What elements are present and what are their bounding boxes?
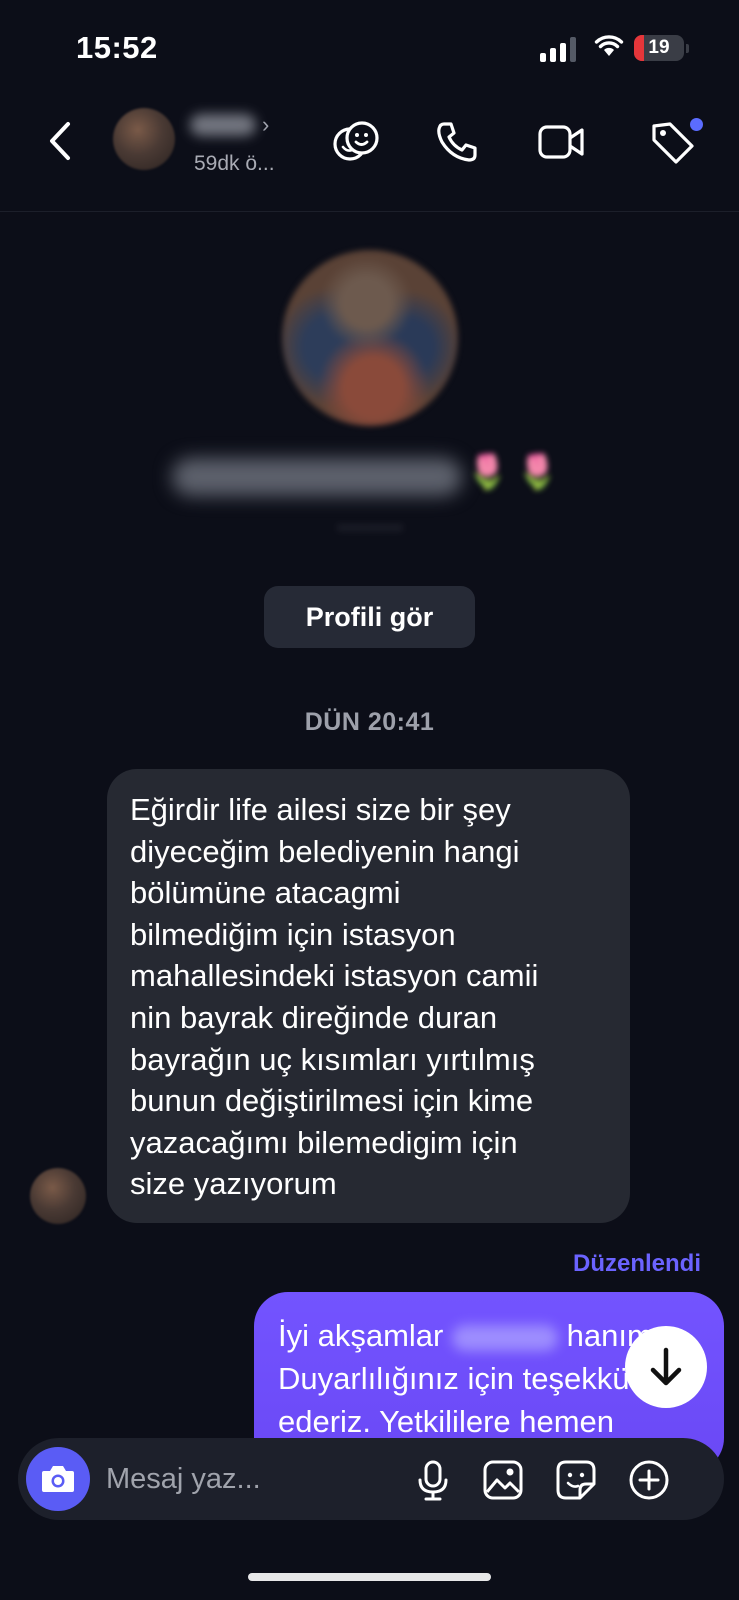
battery-level: 19 [648,37,670,58]
wifi-icon [594,35,624,56]
back-icon[interactable] [40,116,80,166]
status-bar: 15:52 19 [0,0,739,100]
battery-icon: 19 [634,35,684,61]
contact-avatar[interactable] [113,108,175,170]
outgoing-line1-start: İyi akşamlar [278,1318,444,1353]
cellular-signal-icon [540,36,578,62]
outgoing-line2: Duyarlılığınız için teşekkür [278,1361,640,1396]
sender-avatar[interactable] [30,1168,86,1224]
scroll-to-bottom-button[interactable] [625,1326,707,1408]
gallery-icon[interactable] [481,1458,525,1502]
message-composer [18,1438,724,1520]
camera-button[interactable] [26,1447,90,1511]
battery-tip [686,44,689,53]
message-input[interactable] [106,1456,406,1502]
last-seen: 59dk ö... [194,152,275,175]
chat-header: › 59dk ö... [0,100,739,212]
profile-handle-blurred: ········· [337,514,403,539]
contact-name-blurred[interactable] [190,114,256,136]
status-time: 15:52 [76,30,158,65]
tulip-emoji: 🌷 [466,453,509,491]
profile-avatar[interactable] [282,250,458,426]
emoji-faces-icon[interactable] [330,118,382,166]
sticker-icon[interactable] [554,1458,598,1502]
home-indicator[interactable] [248,1573,491,1581]
phone-icon[interactable] [432,118,484,166]
notification-dot [690,118,703,131]
outgoing-line3: ederiz. Yetkililere hemen [278,1404,615,1439]
incoming-message-text: Eğirdir life ailesi size bir şey diyeceğ… [130,792,539,1202]
edited-label: Düzenlendi [572,1250,701,1277]
plus-circle-icon[interactable] [627,1458,671,1502]
tulip-emoji: 🌷 [516,453,559,491]
blurred-name [452,1324,558,1351]
video-camera-icon[interactable] [536,118,588,166]
arrow-down-icon [650,1347,682,1386]
profile-name-blurred [172,458,462,496]
microphone-icon[interactable] [411,1458,455,1502]
camera-icon [42,1466,74,1492]
message-timestamp: DÜN 20:41 [304,708,435,736]
view-profile-button[interactable]: Profili gör [264,586,475,648]
incoming-message-bubble[interactable]: Eğirdir life ailesi size bir şey diyeceğ… [107,769,630,1223]
chevron-right-icon[interactable]: › [262,112,269,138]
